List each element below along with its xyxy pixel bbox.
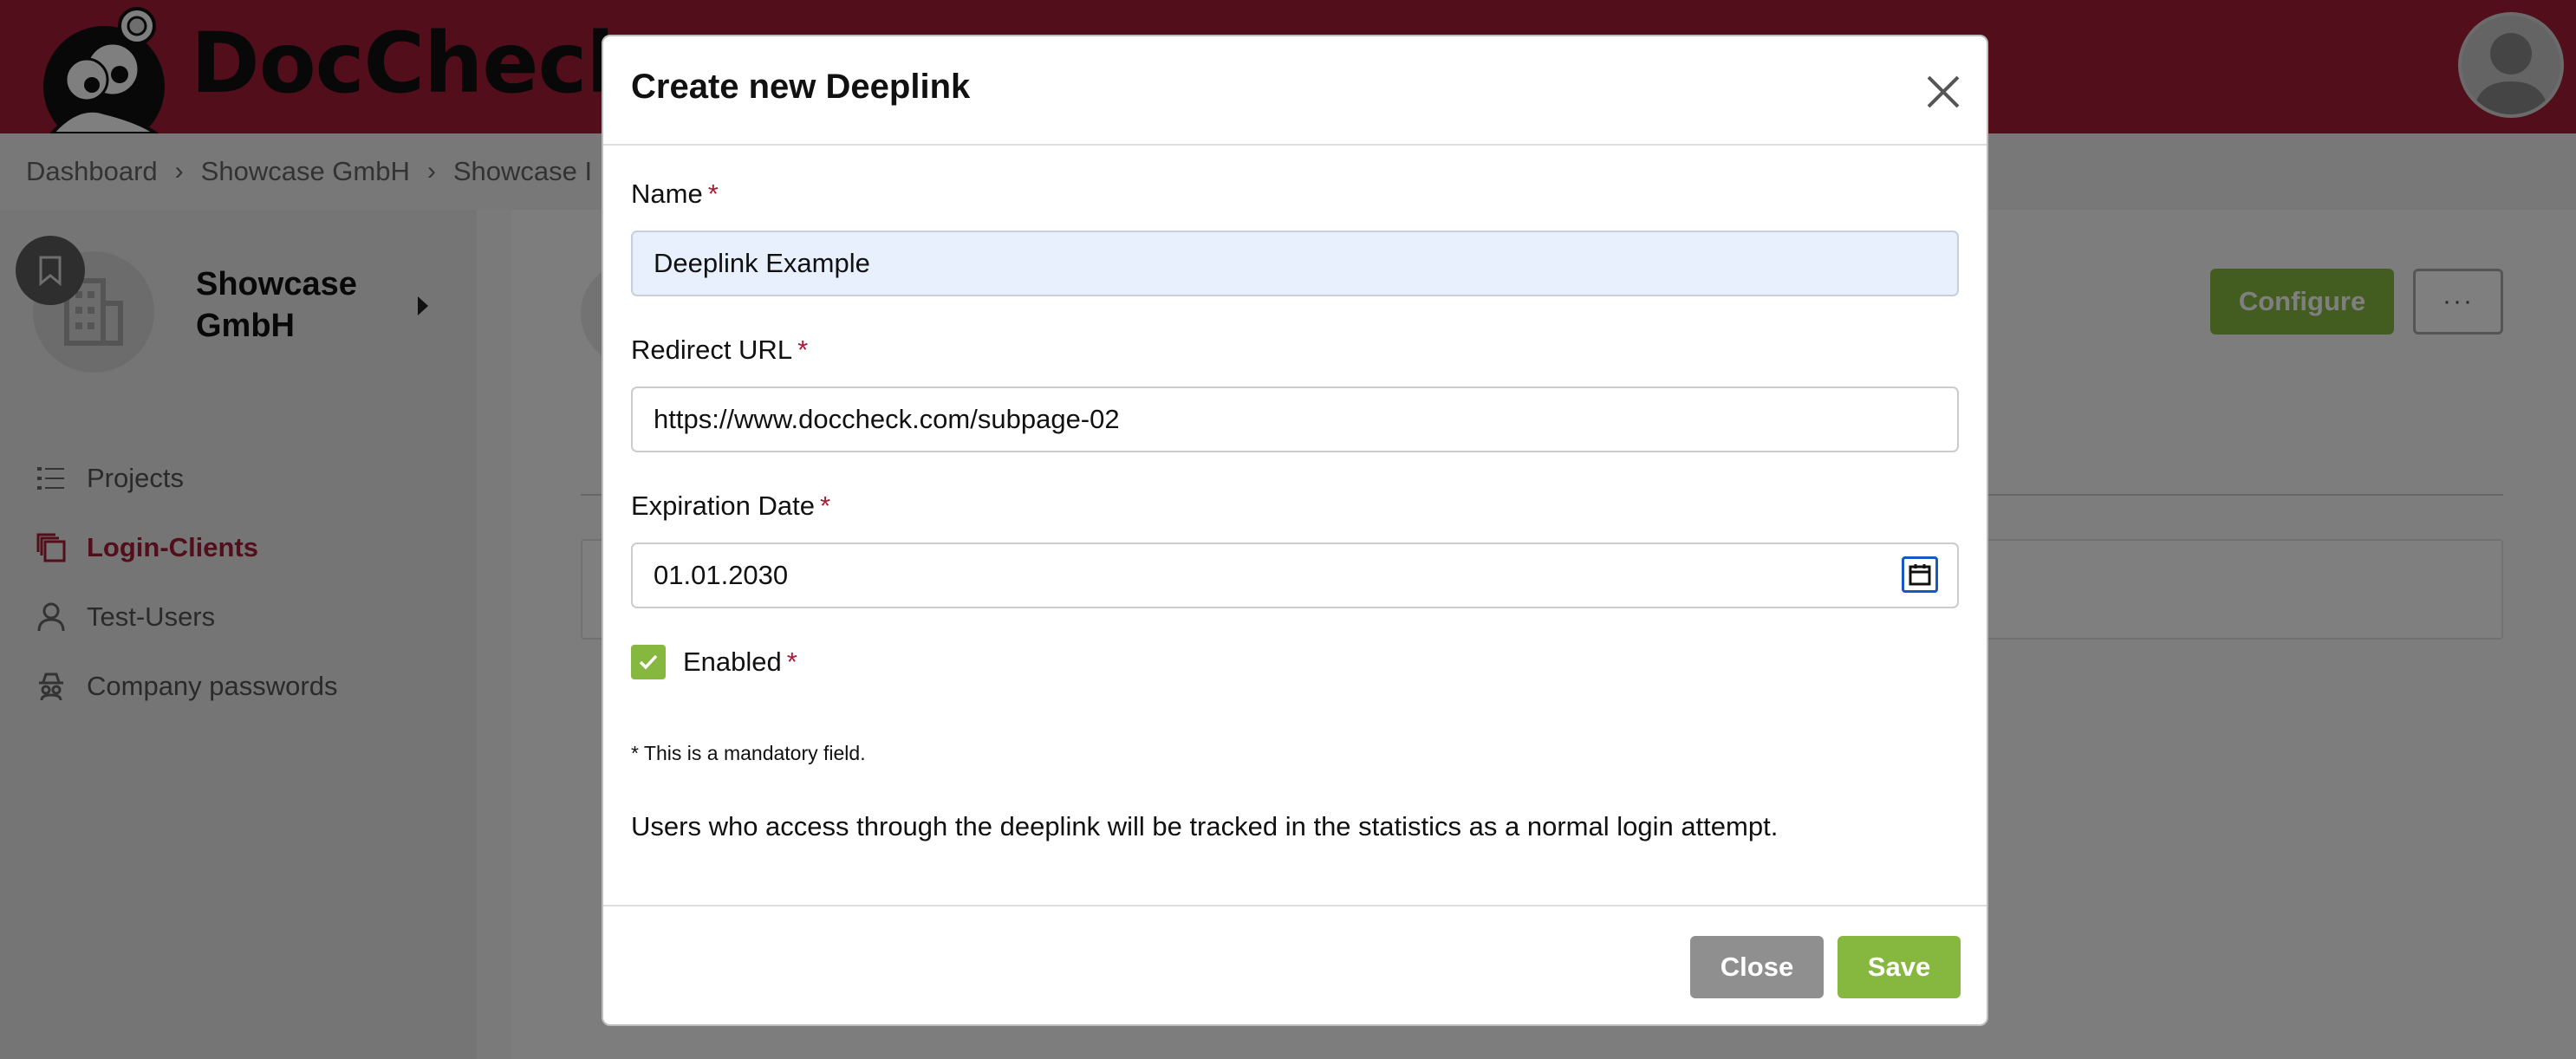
calendar-icon[interactable] [1902,556,1938,593]
save-button[interactable]: Save [1838,936,1961,998]
create-deeplink-dialog: Create new Deeplink Name* Redirect URL* … [602,35,1988,1026]
name-input[interactable] [631,231,1959,296]
required-marker: * [786,646,797,677]
redirect-url-input[interactable] [631,387,1959,452]
deeplink-info-text: Users who access through the deeplink wi… [631,811,1779,841]
dialog-footer-divider [603,905,1987,906]
name-label: Name * [631,179,719,210]
check-icon [639,654,658,670]
name-label-text: Name [631,179,703,209]
enabled-label-text: Enabled [683,646,782,677]
required-marker: * [707,179,719,209]
enabled-checkbox[interactable] [631,645,666,679]
redirect-url-label-text: Redirect URL [631,335,793,365]
dialog-header: Create new Deeplink [603,36,1987,146]
mandatory-note: * This is a mandatory field. [631,742,866,764]
expiration-date-label-text: Expiration Date [631,491,815,521]
close-icon[interactable] [1922,71,1964,113]
required-marker: * [797,335,809,365]
expiration-date-label: Expiration Date * [631,491,830,522]
redirect-url-label: Redirect URL * [631,335,808,366]
dialog-title: Create new Deeplink [631,68,971,106]
expiration-date-input[interactable] [631,542,1959,608]
enabled-label[interactable]: Enabled * [683,646,797,678]
required-marker: * [819,491,831,521]
close-button[interactable]: Close [1690,936,1824,998]
